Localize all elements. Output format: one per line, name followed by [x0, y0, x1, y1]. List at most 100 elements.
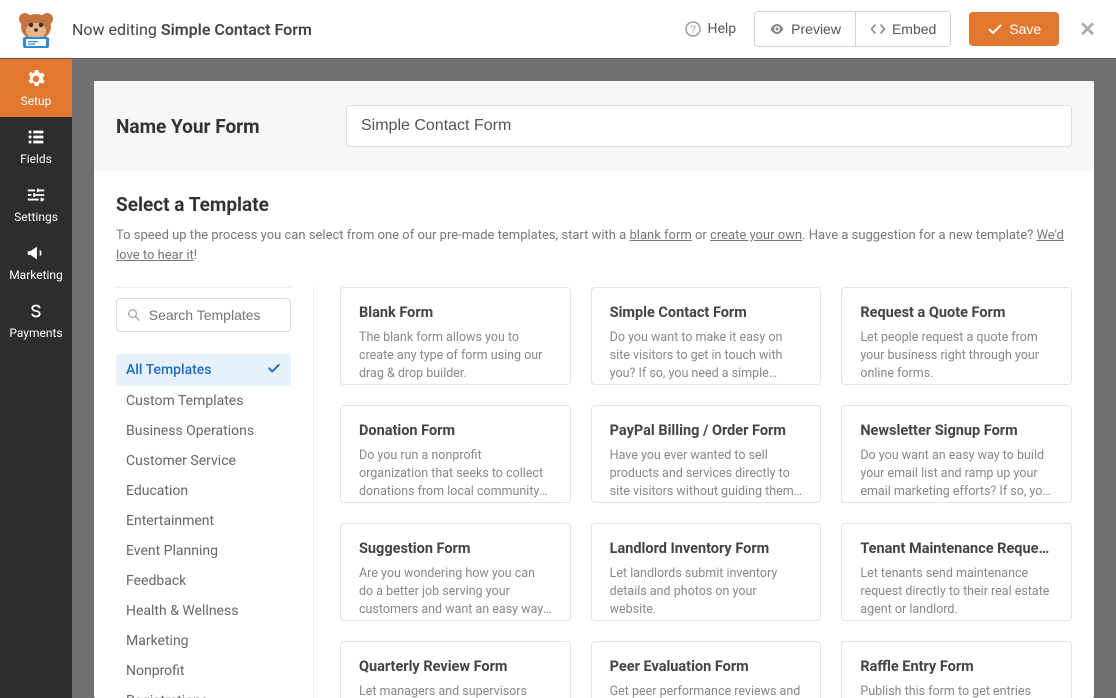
nav-label-setup: Setup [21, 94, 52, 108]
select-template-section: Select a Template To speed up the proces… [94, 171, 1094, 287]
category-label: Event Planning [126, 543, 218, 559]
card-desc: Let tenants send maintenance request dir… [860, 565, 1053, 619]
name-row: Name Your Form [94, 81, 1094, 171]
category-marketing[interactable]: Marketing [116, 626, 291, 656]
desc-or: or [692, 228, 710, 243]
eye-icon [769, 21, 785, 37]
card-title: Simple Contact Form [610, 304, 803, 321]
close-icon[interactable]: ✕ [1077, 17, 1098, 41]
category-label: Nonprofit [126, 663, 185, 679]
editing-prefix: Now editing [72, 20, 157, 39]
card-title: Donation Form [359, 422, 552, 439]
card-title: Tenant Maintenance Request F... [860, 540, 1053, 557]
category-label: All Templates [126, 362, 212, 378]
dollar-icon [25, 300, 47, 322]
desc-pre: To speed up the process you can select f… [116, 228, 629, 243]
template-card-landlord[interactable]: Landlord Inventory Form Let landlords su… [591, 523, 822, 621]
card-desc: Do you want an easy way to build your em… [860, 447, 1053, 501]
search-wrap[interactable] [116, 298, 291, 332]
desc-end: ! [194, 248, 197, 263]
category-all-templates[interactable]: All Templates [116, 354, 291, 386]
card-desc: Let landlords submit inventory details a… [610, 565, 803, 619]
search-templates-input[interactable] [149, 307, 280, 323]
template-card-tenant[interactable]: Tenant Maintenance Request F... Let tena… [841, 523, 1072, 621]
svg-text:?: ? [691, 25, 697, 36]
gear-icon [25, 68, 47, 90]
sidebar-item-payments[interactable]: Payments [0, 291, 72, 349]
template-card-simple-contact[interactable]: Simple Contact Form Do you want to make … [591, 287, 822, 385]
card-title: Newsletter Signup Form [860, 422, 1053, 439]
card-desc: Do you want to make it easy on site visi… [610, 329, 803, 383]
top-header: Now editing Simple Contact Form ? Help P… [0, 0, 1116, 59]
card-title: Quarterly Review Form [359, 658, 552, 675]
embed-button[interactable]: Embed [855, 12, 950, 46]
save-label: Save [1009, 21, 1041, 37]
preview-embed-group: Preview Embed [754, 11, 951, 47]
sidebar-item-marketing[interactable]: Marketing [0, 233, 72, 291]
category-label: Health & Wellness [126, 603, 238, 619]
category-custom[interactable]: Custom Templates [116, 386, 291, 416]
filter-divider [116, 287, 291, 288]
header-right: ? Help Preview Embed Save ✕ [685, 11, 1116, 47]
category-nonprofit[interactable]: Nonprofit [116, 656, 291, 686]
blank-form-link[interactable]: blank form [629, 228, 691, 243]
card-desc: Publish this form to get entries and [860, 683, 1053, 698]
template-card-raffle[interactable]: Raffle Entry Form Publish this form to g… [841, 641, 1072, 698]
category-registrations[interactable]: Registrations [116, 686, 291, 698]
card-title: PayPal Billing / Order Form [610, 422, 803, 439]
save-button[interactable]: Save [969, 12, 1059, 46]
card-title: Blank Form [359, 304, 552, 321]
name-form-label: Name Your Form [116, 115, 316, 138]
template-card-suggestion[interactable]: Suggestion Form Are you wondering how yo… [340, 523, 571, 621]
template-card-paypal[interactable]: PayPal Billing / Order Form Have you eve… [591, 405, 822, 503]
category-label: Registrations [126, 693, 208, 698]
help-label: Help [707, 21, 736, 37]
category-customer-service[interactable]: Customer Service [116, 446, 291, 476]
category-label: Business Operations [126, 423, 254, 439]
app-logo [0, 9, 72, 49]
card-desc: Let managers and supervisors submit [359, 683, 552, 698]
card-title: Raffle Entry Form [860, 658, 1053, 675]
create-own-link[interactable]: create your own [710, 228, 802, 243]
template-card-peer[interactable]: Peer Evaluation Form Get peer performanc… [591, 641, 822, 698]
preview-label: Preview [791, 21, 841, 37]
editing-label: Now editing Simple Contact Form [72, 20, 312, 39]
category-label: Feedback [126, 573, 186, 589]
sidebar-item-setup[interactable]: Setup [0, 59, 72, 117]
category-business[interactable]: Business Operations [116, 416, 291, 446]
category-label: Customer Service [126, 453, 236, 469]
sidebar-item-settings[interactable]: Settings [0, 175, 72, 233]
card-title: Peer Evaluation Form [610, 658, 803, 675]
category-label: Custom Templates [126, 393, 243, 409]
template-card-donation[interactable]: Donation Form Do you run a nonprofit org… [340, 405, 571, 503]
embed-label: Embed [892, 21, 936, 37]
help-icon: ? [685, 21, 701, 37]
megaphone-icon [25, 242, 47, 264]
template-card-request-quote[interactable]: Request a Quote Form Let people request … [841, 287, 1072, 385]
category-list: All Templates Custom Templates Business … [116, 354, 291, 698]
template-card-newsletter[interactable]: Newsletter Signup Form Do you want an ea… [841, 405, 1072, 503]
select-template-title: Select a Template [116, 193, 1072, 216]
list-icon [25, 126, 47, 148]
card-desc: Do you run a nonprofit organization that… [359, 447, 552, 501]
category-education[interactable]: Education [116, 476, 291, 506]
category-label: Education [126, 483, 188, 499]
category-event-planning[interactable]: Event Planning [116, 536, 291, 566]
code-icon [870, 21, 886, 37]
sidebar-item-fields[interactable]: Fields [0, 117, 72, 175]
category-label: Marketing [126, 633, 189, 649]
template-card-blank[interactable]: Blank Form The blank form allows you to … [340, 287, 571, 385]
nav-label-fields: Fields [20, 152, 52, 166]
category-entertainment[interactable]: Entertainment [116, 506, 291, 536]
preview-button[interactable]: Preview [755, 12, 855, 46]
card-title: Landlord Inventory Form [610, 540, 803, 557]
category-feedback[interactable]: Feedback [116, 566, 291, 596]
template-card-quarterly[interactable]: Quarterly Review Form Let managers and s… [340, 641, 571, 698]
category-health[interactable]: Health & Wellness [116, 596, 291, 626]
form-name-input[interactable] [346, 105, 1072, 147]
check-icon [267, 361, 281, 379]
help-link[interactable]: ? Help [685, 21, 736, 37]
nav-label-marketing: Marketing [9, 268, 63, 282]
category-label: Entertainment [126, 513, 214, 529]
card-desc: The blank form allows you to create any … [359, 329, 552, 383]
